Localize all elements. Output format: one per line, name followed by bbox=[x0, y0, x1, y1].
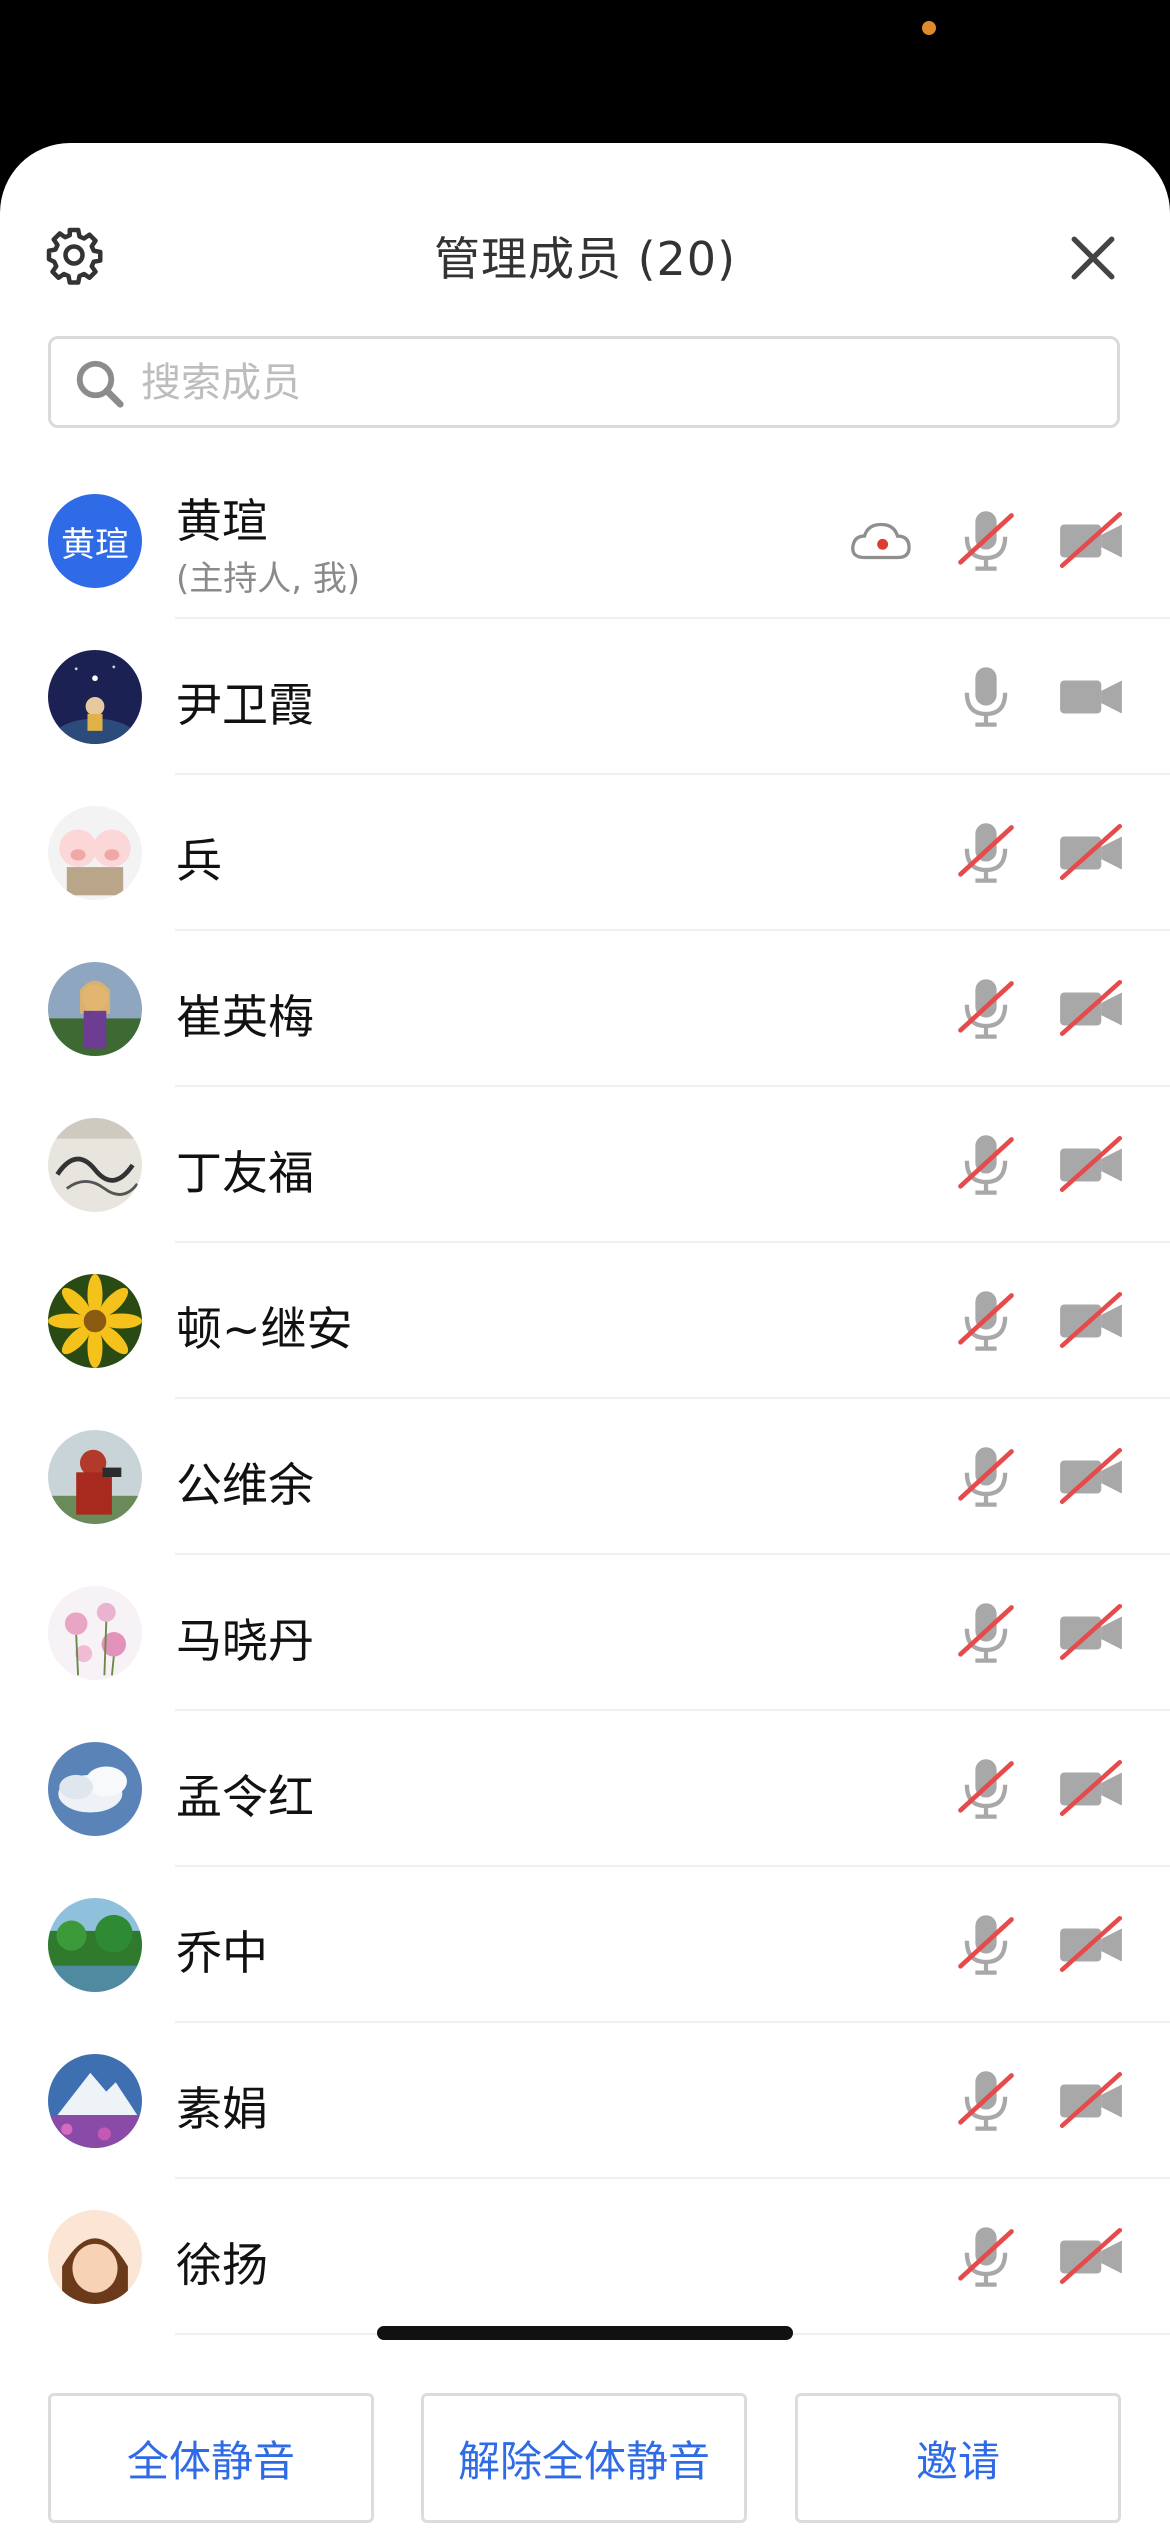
cloud-recording-icon[interactable] bbox=[848, 507, 914, 575]
avatar bbox=[48, 1274, 142, 1368]
member-name: 丁友福 bbox=[176, 1146, 314, 1200]
microphone-icon[interactable] bbox=[952, 663, 1020, 731]
member-row[interactable]: 丁友福 bbox=[0, 1087, 1170, 1243]
microphone-muted-icon[interactable] bbox=[952, 1131, 1020, 1199]
microphone-muted-icon[interactable] bbox=[952, 1287, 1020, 1355]
mute-all-button[interactable]: 全体静音 bbox=[48, 2393, 374, 2523]
camera-off-icon[interactable] bbox=[1056, 2067, 1126, 2135]
action-bar: 全体静音 解除全体静音 邀请 bbox=[0, 2393, 1170, 2532]
camera-icon[interactable] bbox=[1056, 663, 1126, 731]
member-row[interactable]: 公维余 bbox=[0, 1399, 1170, 1555]
search-icon bbox=[76, 360, 124, 408]
avatar-image bbox=[48, 650, 142, 744]
avatar-image bbox=[48, 962, 142, 1056]
avatar bbox=[48, 1118, 142, 1212]
avatar bbox=[48, 962, 142, 1056]
avatar bbox=[48, 1586, 142, 1680]
avatar-image bbox=[48, 2054, 142, 2148]
status-indicator-dot bbox=[922, 21, 936, 35]
avatar-image bbox=[48, 1586, 142, 1680]
camera-off-icon[interactable] bbox=[1056, 507, 1126, 575]
camera-off-icon[interactable] bbox=[1056, 2223, 1126, 2291]
home-indicator[interactable] bbox=[377, 2326, 793, 2340]
microphone-muted-icon[interactable] bbox=[952, 507, 1020, 575]
member-name: 尹卫霞 bbox=[176, 678, 314, 732]
avatar bbox=[48, 2054, 142, 2148]
member-row[interactable]: 乔中 bbox=[0, 1867, 1170, 2023]
camera-off-icon[interactable] bbox=[1056, 1755, 1126, 1823]
microphone-muted-icon[interactable] bbox=[952, 975, 1020, 1043]
avatar-image bbox=[48, 2210, 142, 2304]
microphone-muted-icon[interactable] bbox=[952, 2223, 1020, 2291]
microphone-muted-icon[interactable] bbox=[952, 1911, 1020, 1979]
camera-off-icon[interactable] bbox=[1056, 1911, 1126, 1979]
avatar bbox=[48, 1742, 142, 1836]
page-title: 管理成员 (20) bbox=[433, 232, 737, 286]
close-icon[interactable] bbox=[1068, 233, 1118, 283]
avatar bbox=[48, 1898, 142, 1992]
member-row[interactable]: 马晓丹 bbox=[0, 1555, 1170, 1711]
microphone-muted-icon[interactable] bbox=[952, 1443, 1020, 1511]
avatar-image bbox=[48, 1898, 142, 1992]
member-name: 素娟 bbox=[176, 2082, 268, 2136]
member-name: 徐扬 bbox=[176, 2238, 268, 2292]
member-name: 乔中 bbox=[176, 1926, 268, 1980]
member-name: 公维余 bbox=[176, 1458, 314, 1512]
member-row[interactable]: 崔英梅 bbox=[0, 931, 1170, 1087]
invite-button[interactable]: 邀请 bbox=[795, 2393, 1121, 2523]
avatar-image bbox=[48, 1742, 142, 1836]
avatar: 黄瑄 bbox=[48, 494, 142, 588]
member-name: 崔英梅 bbox=[176, 990, 314, 1044]
member-list[interactable]: 黄瑄 黄瑄 (主持人, 我) 尹卫霞兵崔英梅丁友福顿~继安公维余马晓丹孟令红乔中素娟徐… bbox=[0, 463, 1170, 2393]
camera-off-icon[interactable] bbox=[1056, 1131, 1126, 1199]
avatar bbox=[48, 1430, 142, 1524]
microphone-muted-icon[interactable] bbox=[952, 1599, 1020, 1667]
avatar bbox=[48, 806, 142, 900]
member-row[interactable]: 徐扬 bbox=[0, 2179, 1170, 2335]
avatar bbox=[48, 650, 142, 744]
microphone-muted-icon[interactable] bbox=[952, 1755, 1020, 1823]
manage-members-sheet: 管理成员 (20) 黄瑄黄瑄 (主持人, 我) 尹卫霞兵崔英梅丁友福顿~继安公维余马… bbox=[0, 143, 1170, 2532]
avatar-image bbox=[48, 1118, 142, 1212]
camera-off-icon[interactable] bbox=[1056, 1599, 1126, 1667]
member-row[interactable]: 顿~继安 bbox=[0, 1243, 1170, 1399]
search-box[interactable] bbox=[48, 336, 1120, 428]
member-row[interactable]: 兵 bbox=[0, 775, 1170, 931]
member-role: (主持人, 我) bbox=[176, 559, 361, 599]
member-name: 马晓丹 bbox=[176, 1614, 314, 1668]
member-name: 兵 bbox=[176, 834, 222, 888]
avatar-image bbox=[48, 1430, 142, 1524]
member-row[interactable]: 黄瑄 黄瑄 (主持人, 我) bbox=[0, 463, 1170, 619]
camera-off-icon[interactable] bbox=[1056, 1287, 1126, 1355]
member-row[interactable]: 尹卫霞 bbox=[0, 619, 1170, 775]
unmute-all-button[interactable]: 解除全体静音 bbox=[421, 2393, 747, 2523]
avatar-image bbox=[48, 1274, 142, 1368]
microphone-muted-icon[interactable] bbox=[952, 819, 1020, 887]
microphone-muted-icon[interactable] bbox=[952, 2067, 1020, 2135]
search-input[interactable] bbox=[139, 339, 1103, 427]
camera-off-icon[interactable] bbox=[1056, 975, 1126, 1043]
member-row[interactable]: 素娟 bbox=[0, 2023, 1170, 2179]
avatar-image bbox=[48, 806, 142, 900]
member-row[interactable]: 孟令红 bbox=[0, 1711, 1170, 1867]
member-name: 孟令红 bbox=[176, 1770, 314, 1824]
member-name: 顿~继安 bbox=[176, 1302, 353, 1356]
camera-off-icon[interactable] bbox=[1056, 819, 1126, 887]
camera-off-icon[interactable] bbox=[1056, 1443, 1126, 1511]
member-name: 黄瑄 bbox=[176, 494, 268, 548]
avatar bbox=[48, 2210, 142, 2304]
